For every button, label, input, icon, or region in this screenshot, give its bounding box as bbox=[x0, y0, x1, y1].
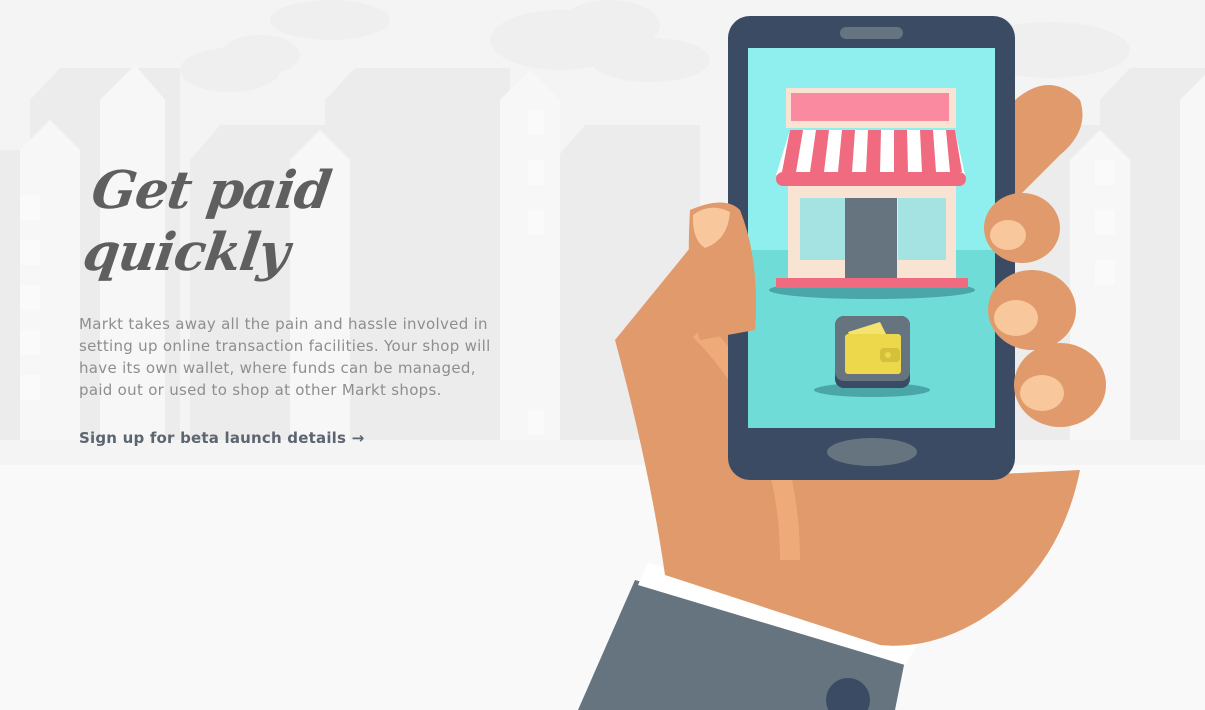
beta-signup-label: Sign up for beta launch details bbox=[79, 428, 347, 447]
finger-index bbox=[1015, 85, 1083, 200]
phone-speaker bbox=[840, 27, 903, 39]
phone-home-button bbox=[827, 438, 917, 466]
hero-text-block: Get paid quickly Markt takes away all th… bbox=[79, 160, 509, 447]
hand-holding-phone-illustration bbox=[578, 16, 1106, 710]
arrow-right-icon: → bbox=[351, 428, 365, 447]
hero-headline: Get paid quickly bbox=[79, 160, 335, 284]
beta-signup-link[interactable]: Sign up for beta launch details → bbox=[79, 429, 364, 447]
hero-description: Markt takes away all the pain and hassle… bbox=[79, 314, 491, 399]
shop-icon bbox=[769, 88, 975, 299]
